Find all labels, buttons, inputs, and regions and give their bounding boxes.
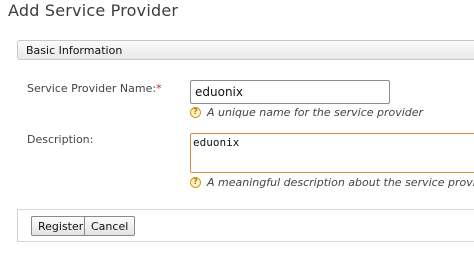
help-icon: ? bbox=[190, 106, 201, 118]
description-textarea[interactable]: eduonix bbox=[190, 133, 474, 173]
description-hint-text: A meaningful description about the servi… bbox=[207, 175, 474, 189]
section-title: Basic Information bbox=[26, 44, 123, 57]
service-provider-name-hint: ? A unique name for the service provider bbox=[190, 105, 423, 119]
service-provider-name-hint-text: A unique name for the service provider bbox=[207, 105, 424, 119]
description-hint: ? A meaningful description about the ser… bbox=[190, 175, 474, 189]
add-service-provider-page: Add Service Provider Basic Information S… bbox=[0, 0, 474, 258]
service-provider-name-label: Service Provider Name:* bbox=[27, 82, 162, 95]
required-mark: * bbox=[156, 82, 162, 95]
service-provider-name-input[interactable] bbox=[190, 80, 390, 104]
register-button[interactable]: Register bbox=[31, 216, 91, 236]
description-label: Description: bbox=[27, 133, 94, 146]
page-title: Add Service Provider bbox=[8, 1, 179, 20]
cancel-button[interactable]: Cancel bbox=[84, 216, 136, 236]
basic-information-section-header[interactable]: Basic Information bbox=[17, 40, 474, 60]
service-provider-name-label-text: Service Provider Name: bbox=[27, 82, 157, 95]
help-icon: ? bbox=[190, 176, 201, 188]
